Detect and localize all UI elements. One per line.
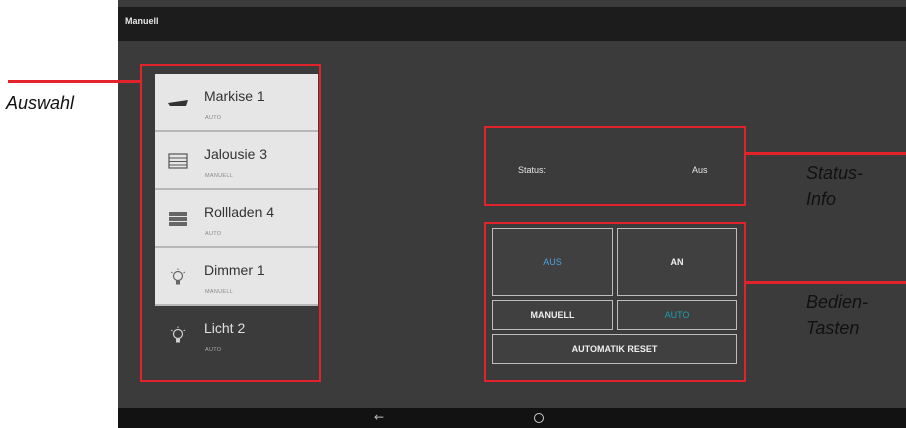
annotation-status-line1: Status- xyxy=(806,163,864,183)
selection-callout-line xyxy=(8,80,142,83)
annotation-auswahl: Auswahl xyxy=(6,93,75,113)
buttons-highlight xyxy=(484,222,746,382)
navigation-bar xyxy=(118,408,906,428)
selection-highlight xyxy=(140,64,321,382)
buttons-callout-line xyxy=(746,281,906,284)
annotation-tasten-line2: Tasten xyxy=(806,318,860,338)
window-title: Manuell xyxy=(118,7,906,41)
status-highlight xyxy=(484,126,746,206)
status-callout-line xyxy=(746,152,906,155)
annotation-tasten-line1: Bedien- xyxy=(806,292,869,312)
home-circle-icon[interactable] xyxy=(534,413,544,423)
annotation-status-line2: Info xyxy=(806,189,837,209)
back-arrow-icon[interactable]: ← xyxy=(374,410,384,424)
